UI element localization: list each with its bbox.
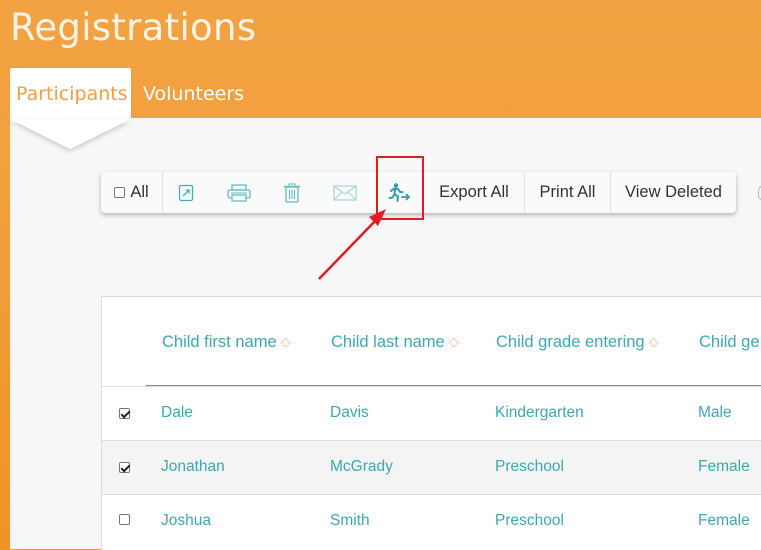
column-header-gender[interactable]: Child ge [699,333,760,352]
cell-grade[interactable]: Preschool [495,512,564,530]
column-header-grade[interactable]: Child grade entering ◇ [496,333,659,352]
cell-grade[interactable]: Preschool [495,458,564,476]
cell-last-name[interactable]: Davis [330,404,369,422]
table-row[interactable]: Jonathan McGrady Preschool Female [102,440,761,495]
cell-last-name[interactable]: Smith [330,512,370,530]
cell-last-name[interactable]: McGrady [330,458,393,476]
column-header-label: Child last name [331,333,445,351]
column-header-last-name[interactable]: Child last name ◇ [331,333,459,352]
row-checkbox[interactable] [119,408,130,419]
table-row[interactable]: Joshua Smith Preschool Female [102,494,761,549]
column-header-label: Child grade entering [496,333,645,351]
cell-gender[interactable]: Female [698,512,750,530]
cell-first-name[interactable]: Jonathan [161,458,225,476]
table-row[interactable]: Dale Davis Kindergarten Male [102,386,761,441]
cell-gender[interactable]: Female [698,458,750,476]
column-header-label: Child first name [162,333,277,351]
row-checkbox[interactable] [119,462,130,473]
cell-first-name[interactable]: Dale [161,404,193,422]
sort-icon[interactable]: ◇ [649,334,659,350]
cell-gender[interactable]: Male [698,404,732,422]
sort-icon[interactable]: ◇ [281,334,291,350]
sort-icon[interactable]: ◇ [449,334,459,350]
cell-first-name[interactable]: Joshua [161,512,211,530]
column-header-first-name[interactable]: Child first name ◇ [162,333,291,352]
active-tab-pointer [10,119,131,149]
row-checkbox[interactable] [119,514,130,525]
column-header-label: Child ge [699,333,760,351]
cell-grade[interactable]: Kindergarten [495,404,584,422]
participants-table: Child first name ◇ Child last name ◇ Child… [101,296,761,550]
